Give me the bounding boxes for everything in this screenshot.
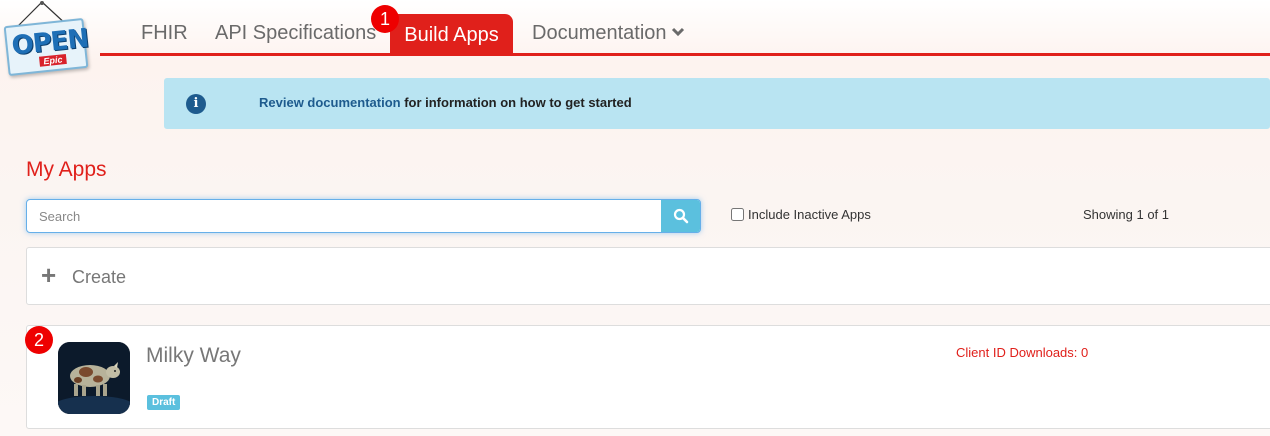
step-badge-1: 1 [371,5,399,33]
logo-epic-text: Epic [38,53,67,67]
info-text: for information on how to get started [400,95,632,110]
top-navigation: FHIR API Specifications Build Apps Docum… [100,0,1270,56]
page-title: My Apps [26,158,107,181]
include-inactive-label: Include Inactive Apps [748,207,871,222]
info-icon: i [186,94,206,114]
info-message: Review documentation for information on … [259,95,632,110]
chevron-down-icon [671,27,684,37]
include-inactive-checkbox[interactable] [731,208,744,221]
logo-sign: OPEN Epic [3,17,90,77]
app-card: Milky Way Draft Client ID Downloads: 0 [26,325,1270,429]
results-count: Showing 1 of 1 [1083,207,1170,222]
search-icon [673,208,688,224]
app-name-link[interactable]: Milky Way [146,344,241,368]
status-badge: Draft [147,395,181,410]
search-bar [26,199,701,233]
include-inactive-toggle[interactable]: Include Inactive Apps [731,207,871,222]
nav-documentation-label: Documentation [532,22,667,44]
step-badge-2: 2 [25,326,53,354]
search-button[interactable] [661,200,700,232]
search-input[interactable] [27,200,663,232]
open-epic-logo[interactable]: OPEN Epic [2,0,90,78]
nav-fhir[interactable]: FHIR [141,22,188,45]
nav-documentation[interactable]: Documentation [532,22,685,45]
app-icon[interactable] [58,342,130,414]
review-documentation-link[interactable]: Review documentation [259,95,401,110]
cow-icon [58,342,130,414]
info-banner: i Review documentation for information o… [164,78,1270,129]
nav-build-apps[interactable]: Build Apps [390,14,513,54]
nav-build-apps-label: Build Apps [404,24,499,46]
create-app-button[interactable]: + Create [26,247,1270,305]
create-label: Create [72,267,127,287]
client-id-downloads: Client ID Downloads: 0 [956,345,1089,360]
nav-api-specifications[interactable]: API Specifications [215,22,376,45]
plus-icon: + [41,260,57,290]
